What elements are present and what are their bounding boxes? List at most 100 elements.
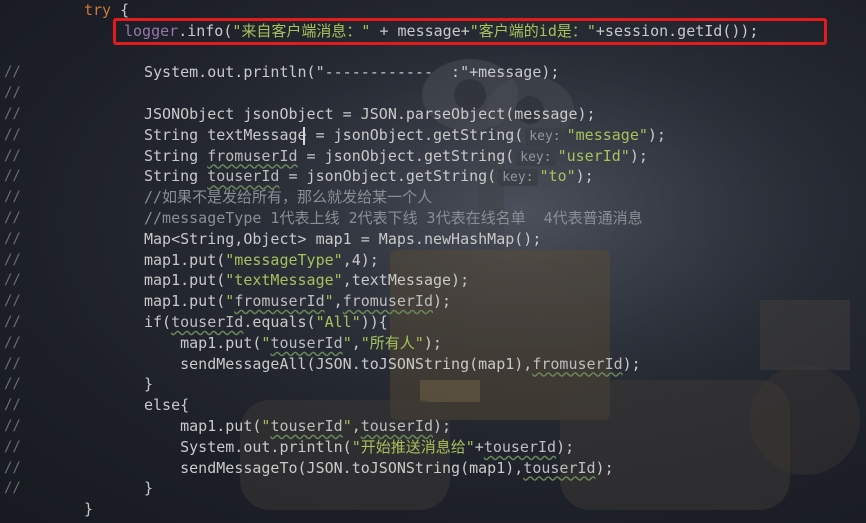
code-line[interactable]: // System.out.println("开始推送消息给"+touserId… (0, 437, 866, 458)
code-text: map1.put("messageType",4); (144, 250, 379, 271)
code-editor[interactable]: try {logger.info("来自客户端消息：" + message+"客… (0, 0, 866, 523)
code-token: , (351, 417, 361, 435)
code-token: ); (575, 167, 594, 186)
code-token: map1.put( (144, 271, 226, 290)
comment-marker: // (4, 272, 21, 289)
code-text: sendMessageAll(JSON.toJSONString(map1),f… (144, 354, 641, 375)
code-token: fromuserId (207, 146, 298, 165)
code-token: fromuserId (532, 354, 623, 373)
comment-marker: // (4, 106, 21, 122)
code-line[interactable]: //} (0, 374, 866, 395)
code-line[interactable]: // Map<String,Object> map1 = Maps.newHash… (0, 229, 866, 250)
code-line[interactable]: //map1.put("fromuserId",fromuserId); (0, 291, 866, 312)
code-token: ); (622, 354, 641, 373)
code-line[interactable]: // map1.put("touserId",touserId); (0, 416, 866, 437)
code-text: map1.put("touserId","所有人"); (144, 333, 442, 354)
code-text: String fromuserId = jsonObject.getString… (144, 146, 648, 167)
code-text: else{ (144, 395, 189, 416)
text-caret (303, 127, 305, 145)
comment-marker: // (4, 293, 21, 310)
code-token: , (333, 292, 343, 311)
code-line[interactable]: //} (0, 478, 866, 499)
comment-marker: // (4, 230, 21, 247)
code-token: " (342, 417, 352, 435)
code-token: } (84, 500, 94, 519)
code-text: JSONObject jsonObject = JSON.parseObject… (144, 104, 596, 125)
code-line[interactable]: // System.out.println("------------ :"+me… (0, 62, 866, 83)
comment-marker: // (4, 459, 21, 476)
code-token: fromuserId (234, 292, 325, 311)
comment-marker: // (4, 251, 21, 268)
code-line[interactable]: // String textMessage = jsonObject.getStr… (0, 125, 866, 146)
code-token: touserId (483, 437, 557, 456)
code-line[interactable]: } (0, 499, 866, 520)
code-token: )){ (360, 313, 388, 331)
code-token: touserId (207, 167, 280, 186)
code-token: = jsonObject.getString( (279, 167, 497, 186)
code-token: //messageType 1代表上线 2代表下线 3代表在线名单 4代表普通消… (144, 209, 643, 227)
comment-marker: // (4, 334, 21, 351)
code-token: sendMessageTo(JSON.toJSONString(map1), (144, 458, 524, 477)
comment-marker: // (4, 376, 21, 393)
code-token: " (342, 333, 352, 352)
code-token: map1.put( (144, 250, 226, 269)
code-token: touserId (171, 313, 244, 331)
comment-marker: // (4, 314, 21, 330)
code-token: ,4); (342, 250, 379, 269)
code-text: String textMessage = jsonObject.getStrin… (144, 125, 666, 146)
code-line[interactable]: // if(touserId.equals("All")){ (0, 312, 866, 333)
code-token: else{ (144, 396, 190, 415)
code-line[interactable]: // sendMessageTo(JSON.toJSONString(map1)… (0, 458, 866, 479)
code-text: //messageType 1代表上线 2代表下线 3代表在线名单 4代表普通消… (144, 208, 643, 229)
comment-marker: // (4, 189, 21, 206)
code-token: "textMessage" (225, 271, 343, 290)
code-token: touserId (270, 333, 343, 352)
code-text: String touserId = jsonObject.getString(k… (144, 166, 594, 187)
code-text: } (84, 499, 93, 520)
code-line[interactable]: // String touserId = jsonObject.getString… (0, 166, 866, 187)
code-text: } (144, 478, 153, 499)
code-token: } (144, 479, 154, 498)
parameter-hint: key: (516, 148, 556, 166)
code-token: = jsonObject.getString( (297, 146, 515, 165)
code-line[interactable]: // JSONObject jsonObject = JSON.parseObje… (0, 104, 866, 125)
code-line[interactable]: // map1.put("textMessage",textMessage); (0, 270, 866, 291)
code-token: sendMessageAll(JSON.toJSONString(map1), (144, 354, 533, 373)
code-line[interactable]: // map1.put("messageType",4); (0, 250, 866, 271)
code-token: map1.put( (144, 417, 262, 435)
comment-marker: // (4, 355, 21, 372)
code-line[interactable]: // map1.put("touserId","所有人"); (0, 333, 866, 354)
highlight-annotation-box (113, 18, 827, 45)
comment-marker: // (4, 85, 21, 102)
code-line[interactable]: // String fromuserId = jsonObject.getStri… (0, 146, 866, 167)
code-line[interactable]: // else{ (0, 395, 866, 416)
code-token: ); (629, 146, 648, 165)
comment-marker: // (4, 480, 21, 497)
code-token: fromuserId (342, 292, 433, 311)
code-token: "message" (566, 125, 648, 144)
code-token: "messageType" (225, 250, 343, 269)
code-token: try (84, 1, 112, 19)
code-token: touserId (523, 458, 596, 477)
code-token: String (144, 167, 208, 186)
parameter-hint: key: (498, 169, 538, 187)
code-token: "All" (315, 313, 361, 331)
code-line[interactable]: // //如果不是发给所有，那么就发给某一个人 (0, 187, 866, 208)
code-token: "userId" (557, 146, 630, 165)
comment-marker: // (4, 418, 21, 434)
code-token: .equals( (243, 313, 316, 331)
code-text: System.out.println("开始推送消息给"+touserId); (144, 437, 574, 458)
code-line[interactable]: // (0, 83, 866, 104)
code-text: sendMessageTo(JSON.toJSONString(map1),to… (144, 458, 614, 479)
comment-marker: // (4, 126, 21, 143)
code-token: ); (433, 292, 452, 311)
comment-marker: // (4, 147, 21, 164)
code-token: ); (433, 417, 452, 435)
code-token: + (474, 437, 484, 456)
code-token: if( (144, 313, 172, 331)
code-line[interactable]: // //messageType 1代表上线 2代表下线 3代表在线名单 4代表普… (0, 208, 866, 229)
code-line[interactable]: // sendMessageAll(JSON.toJSONString(map1… (0, 354, 866, 375)
code-token: map1.put( (144, 333, 262, 352)
code-token: JSONObject jsonObject = JSON.parseObject… (144, 105, 596, 123)
code-token: } (144, 375, 154, 394)
